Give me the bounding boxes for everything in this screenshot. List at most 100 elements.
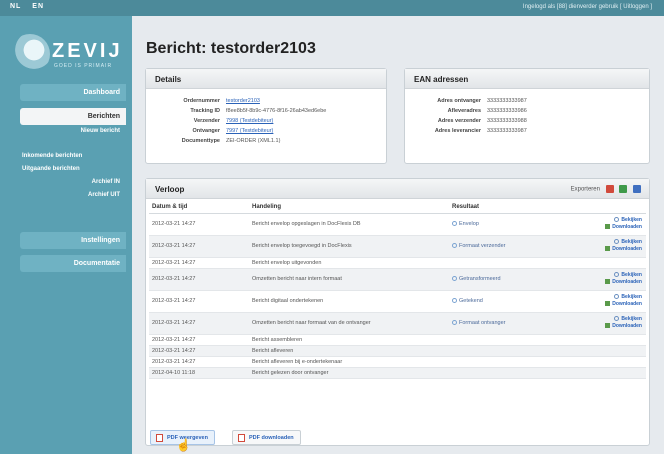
- download-link[interactable]: Downloaden: [582, 246, 642, 253]
- magnifier-icon: [614, 217, 620, 223]
- magnifier-icon: [614, 316, 620, 322]
- ean-value: 3333333333986: [487, 108, 527, 114]
- details-heading: Details: [146, 69, 386, 89]
- download-icon: [605, 301, 611, 307]
- ean-panel: EAN adressen Adres ontvanger 33333333339…: [404, 68, 650, 164]
- row-result: [449, 356, 579, 368]
- row-date: 2012-03-21 14:27: [149, 345, 249, 357]
- view-link[interactable]: Bekijken: [582, 239, 642, 246]
- top-bar: NL EN Ingelogd als [88] dienverder gebru…: [0, 0, 664, 16]
- row-date: 2012-03-21 14:27: [149, 334, 249, 346]
- row-result: [449, 345, 579, 357]
- table-row: 2012-03-21 14:27 Bericht digitaal onderte…: [149, 290, 646, 313]
- download-link[interactable]: Downloaden: [582, 279, 642, 286]
- details-key: Ontvanger: [192, 128, 220, 134]
- view-link[interactable]: Bekijken: [582, 316, 642, 323]
- row-result: Getekend: [449, 290, 579, 313]
- nav-berichten[interactable]: Berichten: [20, 108, 126, 125]
- ontvanger-link[interactable]: 7997 (Testdebiteur): [226, 128, 273, 134]
- row-action: Bericht afleveren bij e-ondertekenaar: [249, 356, 449, 368]
- user-info[interactable]: Ingelogd als [88] dienverder gebruik [ U…: [523, 4, 652, 10]
- result-icon: [452, 276, 457, 282]
- lang-nl[interactable]: NL: [10, 3, 21, 10]
- result-label: Getransformeerd: [459, 276, 501, 282]
- logo-tagline: GOED IS PRIMAIR: [54, 63, 113, 69]
- verzender-link[interactable]: 7998 (Testdebiteur): [226, 118, 273, 124]
- nav-archief-in[interactable]: Archief IN: [20, 179, 126, 185]
- nav-inkomende-berichten[interactable]: Inkomende berichten: [22, 153, 128, 159]
- ean-value: 3333333333987: [487, 98, 527, 104]
- view-label: Bekijken: [621, 272, 642, 278]
- export-pdf-icon[interactable]: [605, 185, 614, 193]
- row-action: Omzetten bericht naar formaat van de ont…: [249, 312, 449, 335]
- nav-uitgaande-berichten[interactable]: Uitgaande berichten: [22, 166, 128, 172]
- hand-cursor-icon: ☝: [176, 438, 191, 452]
- row-result: Formaat verzender: [449, 235, 579, 258]
- lang-en[interactable]: EN: [32, 3, 44, 10]
- row-actions: [579, 367, 646, 379]
- pdf-download-button[interactable]: PDF downloaden: [232, 430, 301, 445]
- download-label: Downloaden: [612, 224, 642, 230]
- result-label: Formaat ontvanger: [459, 320, 506, 326]
- details-panel: Details Ordernummer testorder2103 Tracki…: [145, 68, 387, 164]
- row-date: 2012-04-10 11:18: [149, 367, 249, 379]
- nav-nieuw-bericht[interactable]: Nieuw bericht: [20, 128, 126, 134]
- table-row: 2012-03-21 14:27 Bericht assembleren: [149, 334, 646, 346]
- language-switch: NL EN: [10, 3, 52, 10]
- ean-key: Adres leverancier: [434, 128, 481, 134]
- nav-documentatie[interactable]: Documentatie: [20, 255, 126, 272]
- magnifier-icon: [614, 272, 620, 278]
- table-row: 2012-03-21 14:27 Omzetten bericht naar in…: [149, 268, 646, 291]
- row-date: 2012-03-21 14:27: [149, 268, 249, 291]
- download-label: Downloaden: [612, 246, 642, 252]
- row-date: 2012-03-21 14:27: [149, 235, 249, 258]
- table-row: 2012-03-21 14:27 Bericht afleveren: [149, 345, 646, 357]
- ean-key: Afleveradres: [447, 108, 481, 114]
- nav-instellingen[interactable]: Instellingen: [20, 232, 126, 249]
- table-row: 2012-03-21 14:27 Omzetten bericht naar fo…: [149, 312, 646, 335]
- row-date: 2012-03-21 14:27: [149, 356, 249, 368]
- table-row: 2012-03-21 14:27 Bericht envelop uitgevon…: [149, 257, 646, 269]
- row-result: Formaat ontvanger: [449, 312, 579, 335]
- view-link[interactable]: Bekijken: [582, 217, 642, 224]
- download-link[interactable]: Downloaden: [582, 224, 642, 231]
- view-label: Bekijken: [621, 316, 642, 322]
- download-link[interactable]: Downloaden: [582, 301, 642, 308]
- details-key: Verzender: [193, 118, 220, 124]
- export-label[interactable]: Exporteren: [571, 187, 600, 193]
- column-header: Handeling: [249, 201, 449, 214]
- row-date: 2012-03-21 14:27: [149, 290, 249, 313]
- row-date: 2012-03-21 14:27: [149, 257, 249, 269]
- row-action: Bericht afleveren: [249, 345, 449, 357]
- nav-dashboard[interactable]: Dashboard: [20, 84, 126, 101]
- magnifier-icon: [614, 294, 620, 300]
- result-icon: [452, 243, 457, 249]
- tracking-id-value: f8ee8b5f-8b9c-4776-8f16-26ab43ed6ebe: [226, 108, 327, 114]
- row-date: 2012-03-21 14:27: [149, 213, 249, 236]
- result-icon: [452, 320, 457, 326]
- column-header: Datum & tijd: [149, 201, 249, 214]
- pdf-download-label: PDF downloaden: [249, 435, 294, 441]
- view-link[interactable]: Bekijken: [582, 294, 642, 301]
- row-result: [449, 367, 579, 379]
- row-action: Omzetten bericht naar intern formaat: [249, 268, 449, 291]
- download-link[interactable]: Downloaden: [582, 323, 642, 330]
- details-key: Ordernummer: [183, 98, 220, 104]
- row-result: Getransformeerd: [449, 268, 579, 291]
- magnifier-icon: [614, 239, 620, 245]
- ean-value: 3333333333988: [487, 118, 527, 124]
- sidebar: ZEVIJ GOED IS PRIMAIR Dashboard Berichte…: [0, 16, 132, 454]
- details-key: Documenttype: [181, 138, 220, 144]
- view-link[interactable]: Bekijken: [582, 272, 642, 279]
- verloop-panel: Verloop Exporteren Datum & tijd Handelin…: [145, 178, 650, 446]
- ean-value: 3333333333987: [487, 128, 527, 134]
- row-result: [449, 257, 579, 269]
- export-word-icon[interactable]: [633, 185, 641, 193]
- download-icon: [605, 224, 611, 230]
- export-excel-icon[interactable]: [619, 185, 628, 193]
- row-actions: [579, 356, 646, 368]
- pdf-icon: [238, 434, 245, 442]
- nav-archief-uit[interactable]: Archief UIT: [20, 192, 126, 198]
- ordernummer-link[interactable]: testorder2103: [226, 98, 260, 104]
- download-label: Downloaden: [612, 323, 642, 329]
